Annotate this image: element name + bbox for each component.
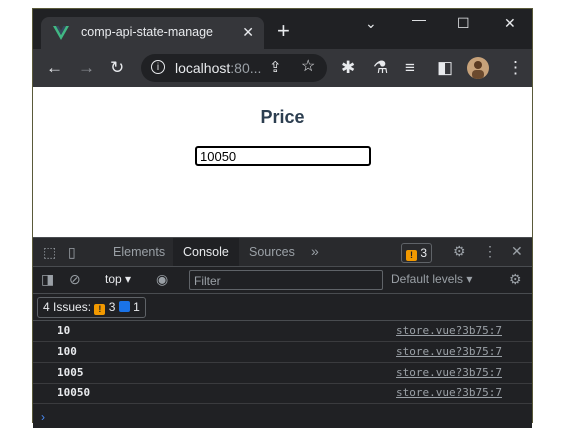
log-value: 100 [57,345,77,358]
new-tab-button[interactable]: + [277,20,290,42]
sidebar-toggle-icon[interactable]: ◨ [41,271,54,288]
context-selector[interactable]: top ▾ [105,272,131,286]
browser-tab[interactable]: comp-api-state-manage ✕ [41,17,264,49]
issues-badge[interactable]: ! 3 [401,243,433,263]
flask-icon[interactable]: ⚗ [373,59,388,77]
back-arrow-icon[interactable]: ← [46,59,63,77]
console-log-row: 10 store.vue?3b75:7 [33,321,532,342]
tab-sources[interactable]: Sources [239,238,305,266]
log-source-link[interactable]: store.vue?3b75:7 [396,386,502,399]
log-levels-dropdown[interactable]: Default levels ▾ [391,272,472,286]
console-settings-icon[interactable]: ⚙ [509,271,522,288]
log-source-link[interactable]: store.vue?3b75:7 [396,345,502,358]
inspect-element-icon[interactable]: ⬚ [43,244,56,261]
title-bar: comp-api-state-manage ✕ + ⌄ — ☐ ✕ [33,9,532,49]
eye-icon[interactable]: ◉ [156,271,168,288]
maximize-icon[interactable]: ☐ [457,15,470,32]
browser-toolbar: ← → ↻ i localhost:80... ⇪ ☆ ✱ ⚗ ≡ ◧ ⋮ [33,49,532,87]
bookmark-star-icon[interactable]: ☆ [301,58,315,76]
menu-kebab-icon[interactable]: ⋮ [507,59,524,77]
vue-logo-icon [53,26,69,40]
clear-console-icon[interactable]: ⊘ [69,271,81,288]
warning-icon: ! [406,250,417,261]
console-log-row: 100 store.vue?3b75:7 [33,342,532,363]
issues-row: 4 Issues: ! 3 1 [33,294,532,321]
log-source-link[interactable]: store.vue?3b75:7 [396,366,502,379]
filter-input[interactable]: Filter [189,270,383,290]
info-icon [118,301,130,312]
console-toolbar: ◨ ⊘ top ▾ ◉ Filter Default levels ▾ ⚙ [33,267,532,294]
console-log-row: 1005 store.vue?3b75:7 [33,363,532,384]
devtools-panel: ⬚ ▯ Elements Console Sources » ! 3 ⚙ ⋮ ✕… [33,237,532,428]
page-viewport: Price [33,87,532,237]
settings-gear-icon[interactable]: ⚙ [453,243,466,260]
log-value: 1005 [57,366,84,379]
side-panel-icon[interactable]: ◧ [437,59,453,77]
devtools-menu-icon[interactable]: ⋮ [483,243,497,260]
share-icon[interactable]: ⇪ [269,59,282,77]
page-title: Price [260,107,305,127]
devtools-tab-bar: ⬚ ▯ Elements Console Sources » ! 3 ⚙ ⋮ ✕ [33,238,532,267]
issues-button[interactable]: 4 Issues: ! 3 1 [37,297,146,318]
address-bar[interactable]: i localhost:80... ⇪ ☆ [141,54,327,82]
console-log-row: 10050 store.vue?3b75:7 [33,383,532,404]
forward-arrow-icon[interactable]: → [78,59,95,77]
tab-search-chevron-icon[interactable]: ⌄ [365,15,377,32]
tab-close-icon[interactable]: ✕ [242,24,254,41]
site-info-icon[interactable]: i [151,60,165,74]
url-text: localhost:80... [175,60,262,76]
reload-icon[interactable]: ↻ [110,59,124,77]
log-value: 10 [57,324,71,337]
profile-avatar[interactable] [467,57,489,79]
tab-title: comp-api-state-manage [81,25,214,39]
log-source-link[interactable]: store.vue?3b75:7 [396,324,502,337]
log-value: 10050 [57,386,91,399]
minimize-icon[interactable]: — [412,11,426,27]
tab-elements[interactable]: Elements [103,238,175,266]
reading-list-icon[interactable]: ≡ [405,59,415,77]
console-prompt[interactable]: › [41,410,45,424]
devtools-close-icon[interactable]: ✕ [511,243,523,260]
window-close-icon[interactable]: ✕ [504,15,516,32]
price-input[interactable] [195,146,371,166]
more-tabs-icon[interactable]: » [311,243,319,259]
browser-window: comp-api-state-manage ✕ + ⌄ — ☐ ✕ ← → ↻ … [32,8,533,428]
warning-icon: ! [94,304,106,315]
device-toolbar-icon[interactable]: ▯ [68,244,76,261]
tab-console[interactable]: Console [173,238,239,266]
extensions-puzzle-icon[interactable]: ✱ [341,59,355,77]
